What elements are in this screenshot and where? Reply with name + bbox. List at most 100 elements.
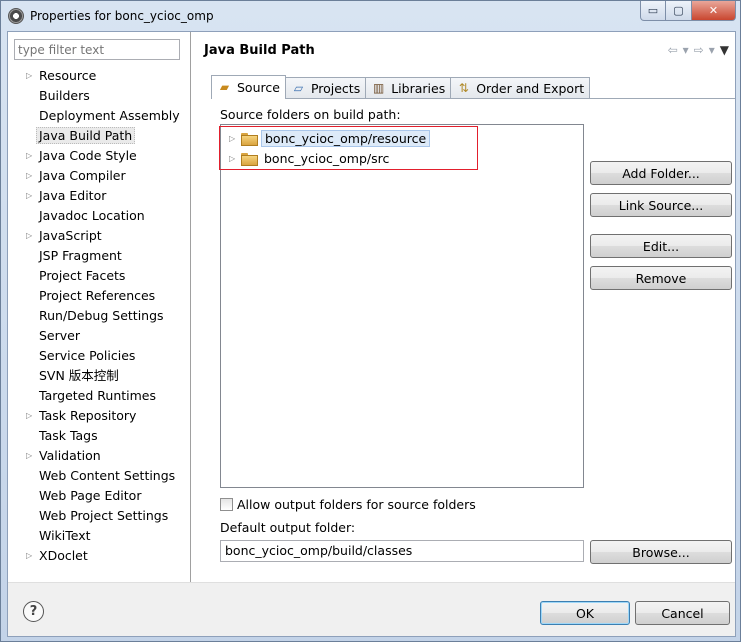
nav-item[interactable]: Builders bbox=[8, 86, 190, 106]
view-menu-icon[interactable]: ▼ bbox=[720, 43, 729, 57]
nav-item[interactable]: Run/Debug Settings bbox=[8, 306, 190, 326]
expand-arrow-icon[interactable]: ▷ bbox=[26, 226, 32, 246]
nav-item[interactable]: Web Content Settings bbox=[8, 466, 190, 486]
window-controls: ▭ ▢ ✕ bbox=[640, 1, 736, 21]
close-button[interactable]: ✕ bbox=[692, 1, 736, 21]
tab-projects[interactable]: ▱ Projects bbox=[284, 77, 367, 99]
eclipse-properties-icon bbox=[8, 8, 24, 24]
tab-order-export[interactable]: ⇅ Order and Export bbox=[450, 77, 591, 99]
browse-button[interactable]: Browse... bbox=[590, 540, 732, 564]
nav-item-label: Resource bbox=[39, 68, 97, 83]
expand-arrow-icon[interactable]: ▷ bbox=[26, 406, 32, 426]
nav-item[interactable]: Javadoc Location bbox=[8, 206, 190, 226]
allow-output-checkbox[interactable] bbox=[220, 498, 233, 511]
expand-arrow-icon[interactable]: ▷ bbox=[229, 154, 241, 163]
order-export-icon: ⇅ bbox=[458, 81, 469, 95]
nav-item[interactable]: Project References bbox=[8, 286, 190, 306]
maximize-button[interactable]: ▢ bbox=[666, 1, 692, 21]
link-source-button[interactable]: Link Source... bbox=[590, 193, 732, 217]
tab-libraries[interactable]: ▥ Libraries bbox=[365, 77, 452, 99]
nav-item[interactable]: Project Facets bbox=[8, 266, 190, 286]
title-bar[interactable]: Properties for bonc_ycioc_omp ▭ ▢ ✕ bbox=[1, 1, 740, 31]
remove-button[interactable]: Remove bbox=[590, 266, 732, 290]
tree-item-label: bonc_ycioc_omp/resource bbox=[261, 129, 431, 147]
projects-icon: ▱ bbox=[293, 81, 304, 95]
nav-item[interactable]: Deployment Assembly bbox=[8, 106, 190, 126]
nav-item-label: Builders bbox=[39, 88, 90, 103]
nav-tree: ▷ Resource Builders Deployment Assembly Java… bbox=[8, 66, 190, 566]
tab-label: Source bbox=[237, 80, 280, 95]
cancel-button[interactable]: Cancel bbox=[635, 601, 730, 625]
expand-arrow-icon[interactable]: ▷ bbox=[26, 166, 32, 186]
nav-item[interactable]: Web Project Settings bbox=[8, 506, 190, 526]
expand-arrow-icon[interactable]: ▷ bbox=[229, 134, 241, 143]
nav-item[interactable]: ▷ Resource bbox=[8, 66, 190, 86]
edit-button[interactable]: Edit... bbox=[590, 234, 732, 258]
nav-item-label: WikiText bbox=[39, 528, 91, 543]
nav-item[interactable]: WikiText bbox=[8, 526, 190, 546]
filter-input[interactable] bbox=[14, 39, 180, 60]
expand-arrow-icon[interactable]: ▷ bbox=[26, 446, 32, 466]
nav-item-label: Task Repository bbox=[39, 408, 137, 423]
tab-source[interactable]: ▰ Source bbox=[211, 75, 286, 99]
properties-window: Properties for bonc_ycioc_omp ▭ ▢ ✕ ▷ Res… bbox=[0, 0, 741, 642]
ok-button[interactable]: OK bbox=[540, 601, 630, 625]
default-output-field[interactable]: bonc_ycioc_omp/build/classes bbox=[220, 540, 584, 562]
nav-item[interactable]: Service Policies bbox=[8, 346, 190, 366]
dropdown-icon[interactable]: ▾ bbox=[683, 43, 689, 57]
source-folders-label: Source folders on build path: bbox=[220, 107, 401, 122]
dropdown-icon[interactable]: ▾ bbox=[709, 43, 715, 57]
page-nav-toolbar: ⇦ ▾ ⇨ ▾ ▼ bbox=[668, 43, 729, 57]
nav-item-label: Deployment Assembly bbox=[39, 108, 180, 123]
nav-item-label: Project References bbox=[39, 288, 156, 303]
nav-item-label: Task Tags bbox=[39, 428, 98, 443]
nav-item[interactable]: ▷ Java Code Style bbox=[8, 146, 190, 166]
tab-label: Libraries bbox=[391, 81, 446, 96]
nav-item[interactable]: ▷ JavaScript bbox=[8, 226, 190, 246]
nav-item[interactable]: Server bbox=[8, 326, 190, 346]
expand-arrow-icon[interactable]: ▷ bbox=[26, 66, 32, 86]
nav-item[interactable]: Task Tags bbox=[8, 426, 190, 446]
nav-item[interactable]: Java Build Path bbox=[8, 126, 190, 146]
nav-item-label: Java Editor bbox=[39, 188, 107, 203]
minimize-button[interactable]: ▭ bbox=[640, 1, 666, 21]
allow-output-label: Allow output folders for source folders bbox=[237, 497, 476, 512]
expand-arrow-icon[interactable]: ▷ bbox=[26, 186, 32, 206]
nav-item[interactable]: ▷ Task Repository bbox=[8, 406, 190, 426]
tree-item-resource[interactable]: ▷ bonc_ycioc_omp/resource bbox=[229, 128, 431, 148]
back-arrow-icon[interactable]: ⇦ bbox=[668, 43, 678, 57]
tab-label: Projects bbox=[310, 81, 361, 96]
help-icon[interactable]: ? bbox=[23, 601, 44, 622]
tab-label: Order and Export bbox=[476, 81, 585, 96]
nav-item-label: JavaScript bbox=[39, 228, 102, 243]
nav-item[interactable]: Web Page Editor bbox=[8, 486, 190, 506]
nav-item[interactable]: ▷ XDoclet bbox=[8, 546, 190, 566]
forward-arrow-icon[interactable]: ⇨ bbox=[694, 43, 704, 57]
nav-item-label: Targeted Runtimes bbox=[39, 388, 156, 403]
nav-item-label: Run/Debug Settings bbox=[39, 308, 164, 323]
nav-item[interactable]: JSP Fragment bbox=[8, 246, 190, 266]
source-folder-icon bbox=[241, 132, 258, 146]
nav-item-label: Web Content Settings bbox=[39, 468, 176, 483]
property-page: Java Build Path ⇦ ▾ ⇨ ▾ ▼ ▰ Source ▱ Pro… bbox=[192, 32, 735, 582]
nav-item[interactable]: ▷ Validation bbox=[8, 446, 190, 466]
nav-item[interactable]: SVN 版本控制 bbox=[8, 366, 190, 386]
expand-arrow-icon[interactable]: ▷ bbox=[26, 146, 32, 166]
source-folder-tree[interactable]: ▷ bonc_ycioc_omp/resource ▷ bonc_ycioc_o… bbox=[219, 124, 584, 488]
add-folder-button[interactable]: Add Folder... bbox=[590, 161, 732, 185]
nav-item-label: Java Compiler bbox=[39, 168, 126, 183]
nav-item[interactable]: Targeted Runtimes bbox=[8, 386, 190, 406]
page-title: Java Build Path bbox=[204, 43, 315, 58]
nav-item-label: Validation bbox=[39, 448, 101, 463]
nav-item[interactable]: ▷ Java Editor bbox=[8, 186, 190, 206]
nav-item-label: SVN 版本控制 bbox=[39, 368, 119, 383]
nav-item-label: Web Project Settings bbox=[39, 508, 169, 523]
expand-arrow-icon[interactable]: ▷ bbox=[26, 546, 32, 566]
source-folder-icon bbox=[241, 152, 258, 166]
dialog-client: ▷ Resource Builders Deployment Assembly Java… bbox=[7, 31, 736, 637]
nav-item[interactable]: ▷ Java Compiler bbox=[8, 166, 190, 186]
source-tab-body: Source folders on build path: ▷ bonc_yci… bbox=[211, 98, 735, 582]
libraries-icon: ▥ bbox=[373, 81, 385, 95]
allow-output-row: Allow output folders for source folders bbox=[220, 497, 476, 512]
tree-item-src[interactable]: ▷ bonc_ycioc_omp/src bbox=[229, 148, 392, 168]
